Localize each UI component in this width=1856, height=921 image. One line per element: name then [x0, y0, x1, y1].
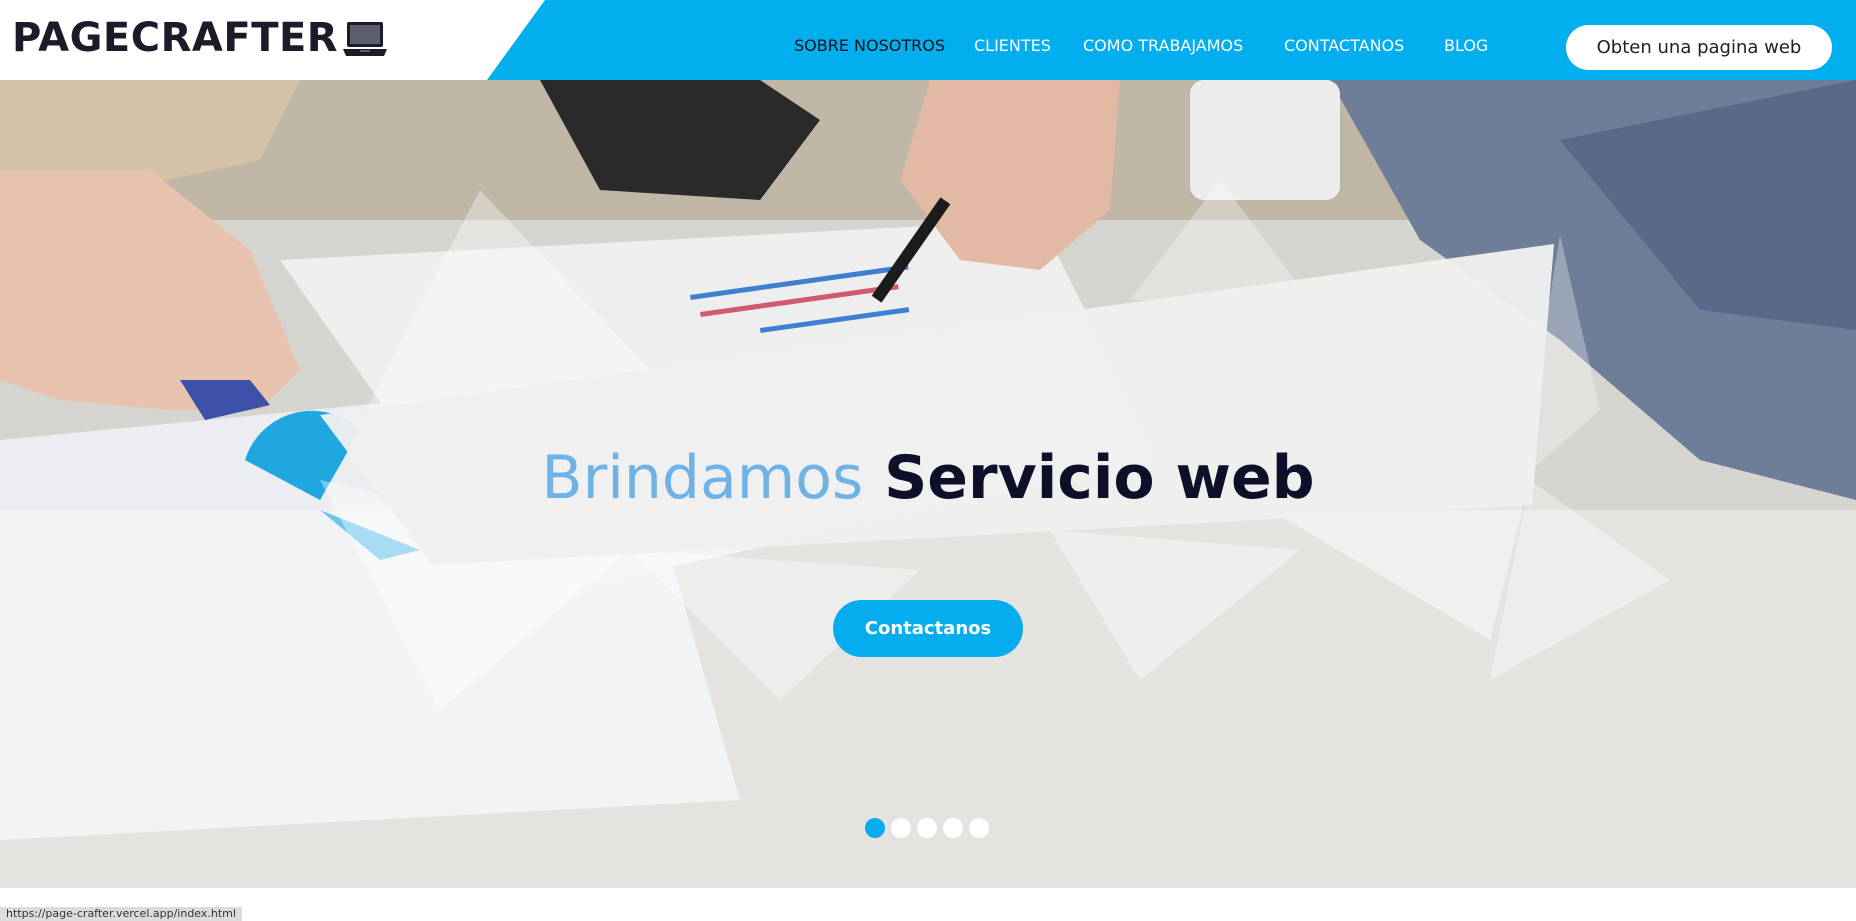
- site-header: PAGECRAFTER SOBRE NOSOTROS CLIENTES COMO…: [0, 0, 1856, 80]
- contact-button[interactable]: Contactanos: [833, 600, 1023, 657]
- brand-logo[interactable]: PAGECRAFTER: [12, 14, 388, 62]
- hero-title-bold: Servicio web: [884, 443, 1315, 513]
- status-bar-url: https://page-crafter.vercel.app/index.ht…: [0, 907, 242, 921]
- slide-dot-5[interactable]: [969, 818, 989, 838]
- brand-name: PAGECRAFTER: [12, 15, 339, 61]
- hero-slider: Brindamos Servicio web Contactanos: [0, 80, 1856, 888]
- nav-blog[interactable]: BLOG: [1444, 36, 1488, 55]
- slider-pagination: [865, 818, 989, 838]
- nav-sobre-nosotros[interactable]: SOBRE NOSOTROS: [794, 36, 945, 55]
- nav-clientes[interactable]: CLIENTES: [974, 36, 1051, 55]
- slide-dot-1[interactable]: [865, 818, 885, 838]
- nav-como-trabajamos[interactable]: COMO TRABAJAMOS: [1083, 36, 1243, 55]
- hero-title: Brindamos Servicio web: [0, 442, 1856, 514]
- hero-title-light: Brindamos: [541, 443, 864, 513]
- get-website-button[interactable]: Obten una pagina web: [1566, 25, 1832, 70]
- nav-contactanos[interactable]: CONTACTANOS: [1284, 36, 1404, 55]
- laptop-icon: [342, 19, 388, 59]
- slide-dot-3[interactable]: [917, 818, 937, 838]
- slide-dot-4[interactable]: [943, 818, 963, 838]
- slide-dot-2[interactable]: [891, 818, 911, 838]
